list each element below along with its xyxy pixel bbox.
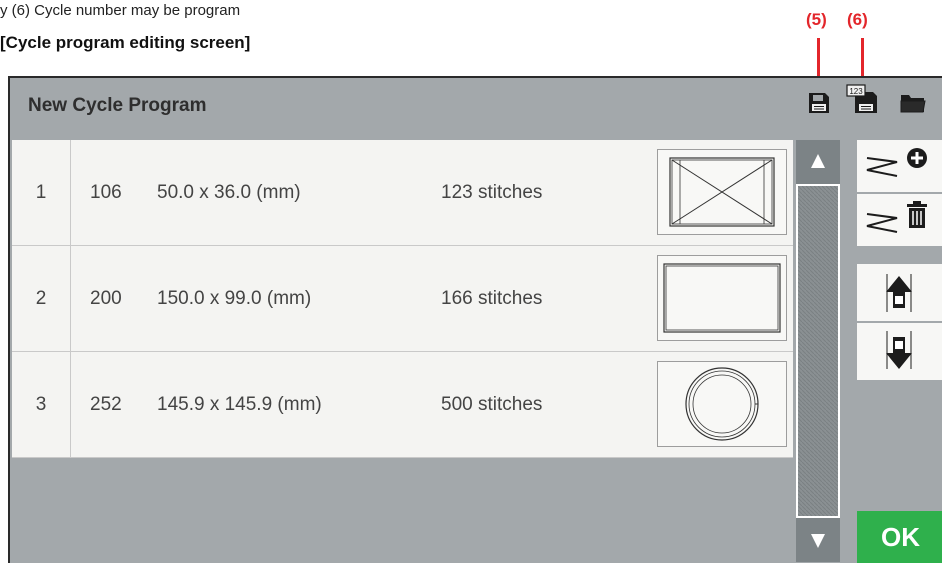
rectangle-pattern-thumbnail: [657, 255, 787, 341]
callout-label-6: (6): [847, 10, 868, 29]
list-item[interactable]: 3 252 145.9 x 145.9 (mm) 500 stitches: [12, 352, 793, 458]
device-screen: New Cycle Program 123 1 106 50.0 x 36.0 …: [8, 76, 942, 563]
open-folder-icon[interactable]: [900, 93, 926, 113]
save-number-badge: 123: [849, 87, 863, 96]
row-index: 1: [12, 140, 71, 245]
triangle-up-icon: [811, 154, 825, 168]
pattern-size: 50.0 x 36.0 (mm): [157, 182, 301, 203]
save-as-number-icon[interactable]: 123: [846, 84, 880, 114]
delete-program-button[interactable]: [857, 194, 942, 246]
title-bar: New Cycle Program 123: [10, 78, 942, 134]
list-item[interactable]: 1 106 50.0 x 36.0 (mm) 123 stitches: [12, 140, 793, 246]
section-heading: [Cycle program editing screen]: [0, 33, 251, 52]
add-program-button[interactable]: [857, 140, 942, 192]
document-text: y (6) Cycle number may be program: [0, 2, 241, 19]
list-item[interactable]: 2 200 150.0 x 99.0 (mm) 166 stitches: [12, 246, 793, 352]
ok-button[interactable]: OK: [857, 511, 942, 563]
move-up-icon: [886, 274, 912, 312]
program-number: 252: [90, 394, 122, 415]
save-icon[interactable]: [808, 92, 830, 114]
circle-pattern-thumbnail: [657, 361, 787, 447]
screen-title: New Cycle Program: [28, 95, 207, 116]
program-list: 1 106 50.0 x 36.0 (mm) 123 stitches 2 20…: [12, 140, 793, 458]
row-index: 2: [12, 246, 71, 351]
program-number: 106: [90, 182, 122, 203]
triangle-down-icon: [811, 534, 825, 548]
scroll-down-button[interactable]: [796, 518, 840, 562]
row-index: 3: [12, 352, 71, 457]
delete-program-icon: [866, 201, 927, 233]
move-down-button[interactable]: [857, 323, 942, 380]
pattern-size: 150.0 x 99.0 (mm): [157, 288, 312, 309]
move-up-button[interactable]: [857, 264, 942, 321]
rectangle-cross-pattern-thumbnail: [657, 149, 787, 235]
scroll-up-button[interactable]: [796, 140, 840, 184]
pattern-size: 145.9 x 145.9 (mm): [157, 394, 322, 415]
callout-label-5: (5): [806, 10, 827, 29]
stitch-count: 123 stitches: [441, 182, 543, 203]
stitch-count: 500 stitches: [441, 394, 543, 415]
move-down-icon: [886, 331, 912, 369]
stitch-count: 166 stitches: [441, 288, 543, 309]
program-number: 200: [90, 288, 122, 309]
add-program-icon: [866, 148, 927, 177]
scrollbar-track[interactable]: [796, 184, 840, 518]
